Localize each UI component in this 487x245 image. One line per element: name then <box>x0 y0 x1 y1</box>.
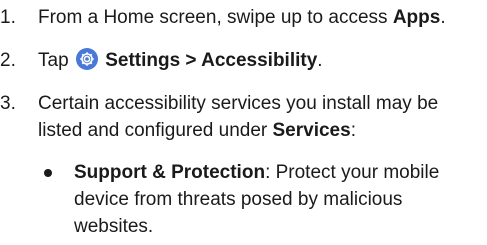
step-number: 2. <box>0 50 16 71</box>
step-text: Certain accessibility services you insta… <box>38 93 439 141</box>
settings-path-label: Settings > Accessibility <box>105 50 318 71</box>
instructions-document: 1. From a Home screen, swipe up to acces… <box>0 0 487 245</box>
bullet-text: Support & Protection: Protect your mobil… <box>74 162 440 237</box>
apps-label: Apps <box>392 7 441 28</box>
step-text: From a Home screen, swipe up to access A… <box>38 7 446 28</box>
support-protection-label: Support & Protection <box>74 162 266 183</box>
settings-gear-icon <box>75 48 98 70</box>
bullet-dot-icon <box>44 169 52 177</box>
step-number: 1. <box>0 7 16 28</box>
step-text: Tap Settings > Accessibility. <box>38 48 323 71</box>
services-label: Services <box>272 120 351 141</box>
step-number: 3. <box>0 93 16 114</box>
